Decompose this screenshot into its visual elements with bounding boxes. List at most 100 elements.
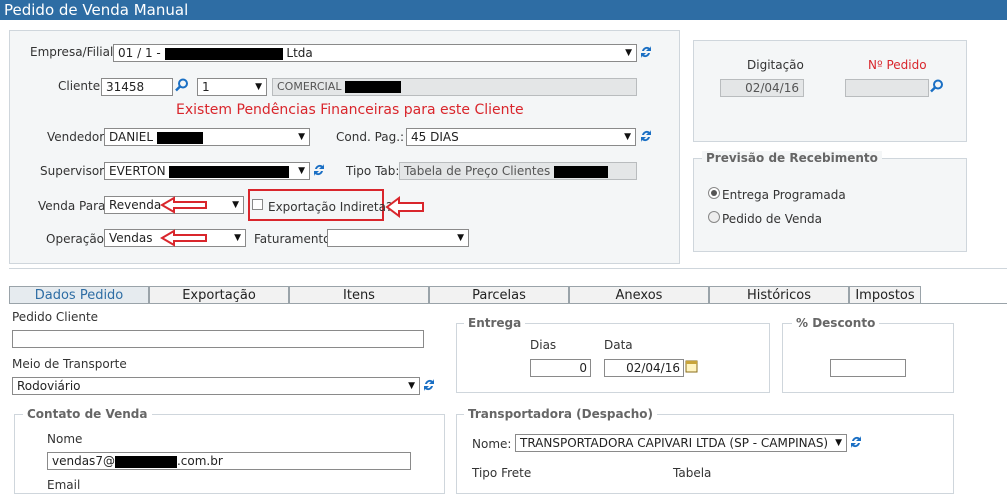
digitacao-field: 02/04/16 <box>720 79 804 97</box>
previsao-panel <box>693 158 967 252</box>
redacted-block <box>344 81 401 93</box>
empresa-label: Empresa/Filial: <box>30 45 118 59</box>
vendedor-value: DANIEL <box>109 130 154 144</box>
radio-pedido-label: Pedido de Venda <box>722 212 822 226</box>
contato-email-input[interactable]: vendas7@ .com.br <box>47 452 411 470</box>
tipo-tab-field: Tabela de Preço Clientes <box>399 162 637 180</box>
exportacao-indireta-label: Exportação Indireta? <box>268 200 393 214</box>
cliente-loja-value: 1 <box>202 80 210 94</box>
chevron-down-icon: ▼ <box>234 233 241 243</box>
empresa-value-prefix: 01 / 1 - <box>118 46 161 60</box>
entrega-fieldset <box>456 323 770 393</box>
tab-itens[interactable]: Itens <box>289 286 429 304</box>
chevron-down-icon: ▼ <box>232 200 239 210</box>
meio-transporte-value: Rodoviário <box>17 379 81 393</box>
redacted-block <box>156 131 203 144</box>
chevron-down-icon: ▼ <box>298 166 305 176</box>
chevron-down-icon: ▼ <box>298 132 305 142</box>
tab-exportacao[interactable]: Exportação <box>149 286 289 304</box>
empresa-value-suffix: Ltda <box>286 46 313 60</box>
desconto-legend: % Desconto <box>792 316 880 330</box>
email-prefix: vendas7@ <box>52 454 115 468</box>
dias-label: Dias <box>530 338 557 352</box>
pendencia-alert: Existem Pendências Financeiras para este… <box>176 102 524 118</box>
search-icon[interactable] <box>175 78 189 92</box>
cond-pag-value: 45 DIAS <box>411 130 459 144</box>
radio-entrega-label: Entrega Programada <box>722 188 846 202</box>
previsao-legend: Previsão de Recebimento <box>702 151 882 165</box>
transportadora-value: TRANSPORTADORA CAPIVARI LTDA (SP - CAMPI… <box>520 436 829 450</box>
tab-impostos[interactable]: Impostos <box>849 286 921 304</box>
redacted-block <box>114 455 177 468</box>
tab-parcelas[interactable]: Parcelas <box>429 286 569 304</box>
redacted-block <box>554 165 609 178</box>
digitacao-label: Digitação <box>747 58 804 72</box>
tipo-tab-label: Tipo Tab: <box>346 164 400 178</box>
chevron-down-icon: ▼ <box>624 132 631 142</box>
search-icon[interactable] <box>930 79 944 93</box>
tab-historicos[interactable]: Históricos <box>709 286 849 304</box>
red-arrow-annotation <box>160 229 207 247</box>
transportadora-select[interactable]: TRANSPORTADORA CAPIVARI LTDA (SP - CAMPI… <box>515 434 847 452</box>
cliente-name-field: COMERCIAL <box>272 78 637 96</box>
operacao-label: Operação: <box>46 232 109 246</box>
tab-dados-pedido[interactable]: Dados Pedido <box>9 286 149 304</box>
cliente-code-input[interactable]: 31458 <box>101 78 173 96</box>
chevron-down-icon: ▼ <box>408 381 415 391</box>
refresh-icon[interactable] <box>639 44 653 60</box>
n-pedido-field <box>845 79 929 97</box>
pedido-cliente-label: Pedido Cliente <box>12 310 99 324</box>
n-pedido-label: Nº Pedido <box>868 58 927 72</box>
operacao-value: Vendas <box>109 231 153 245</box>
supervisor-label: Supervisor: <box>40 164 108 178</box>
calendar-icon[interactable] <box>685 359 698 373</box>
refresh-icon[interactable] <box>849 434 863 450</box>
cond-pag-label: Cond. Pag.: <box>336 130 405 144</box>
radio-pedido-venda[interactable] <box>708 211 720 223</box>
cond-pag-select[interactable]: 45 DIAS ▼ <box>406 128 636 146</box>
refresh-icon[interactable] <box>312 162 326 178</box>
window-title: Pedido de Venda Manual <box>0 0 1007 20</box>
dias-input[interactable]: 0 <box>530 359 591 377</box>
meio-transporte-label: Meio de Transporte <box>12 357 127 371</box>
red-arrow-annotation <box>385 196 424 218</box>
supervisor-value: EVERTON <box>109 164 166 178</box>
meio-transporte-select[interactable]: Rodoviário ▼ <box>12 377 420 395</box>
radio-dot <box>711 190 717 196</box>
venda-para-label: Venda Para: <box>38 199 110 213</box>
refresh-icon[interactable] <box>422 377 436 393</box>
chevron-down-icon: ▼ <box>255 82 262 92</box>
tabela-label: Tabela <box>673 466 712 480</box>
chevron-down-icon: ▼ <box>625 48 632 58</box>
empresa-select[interactable]: 01 / 1 - Ltda ▼ <box>113 44 637 62</box>
contato-legend: Contato de Venda <box>23 407 152 421</box>
chevron-down-icon: ▼ <box>457 233 464 243</box>
cliente-loja-select[interactable]: 1 ▼ <box>197 78 267 96</box>
transportadora-legend: Transportadora (Despacho) <box>464 407 657 421</box>
email-suffix: .com.br <box>176 454 223 468</box>
red-arrow-annotation <box>160 196 207 214</box>
redacted-block <box>169 165 290 178</box>
data-entrega-input[interactable]: 02/04/16 <box>604 359 684 377</box>
section-divider <box>9 268 1007 269</box>
refresh-icon[interactable] <box>639 128 653 144</box>
radio-entrega-programada[interactable] <box>708 187 720 199</box>
tipo-tab-value: Tabela de Preço Clientes <box>404 164 551 178</box>
venda-para-value: Revenda <box>109 198 162 212</box>
faturamento-select[interactable]: ▼ <box>327 229 469 247</box>
cliente-name-value: COMERCIAL <box>277 80 342 93</box>
supervisor-select[interactable]: EVERTON ▼ <box>104 162 310 180</box>
desconto-fieldset <box>782 323 954 393</box>
tipo-frete-label: Tipo Frete <box>472 466 532 480</box>
entrega-legend: Entrega <box>464 316 526 330</box>
pedido-cliente-input[interactable] <box>12 330 424 348</box>
data-label: Data <box>604 338 633 352</box>
email-label: Email <box>47 478 81 492</box>
cliente-label: Cliente: <box>58 79 105 93</box>
exportacao-indireta-checkbox[interactable] <box>252 199 263 210</box>
transp-nome-label: Nome: <box>472 437 512 451</box>
vendedor-select[interactable]: DANIEL ▼ <box>104 128 310 146</box>
desconto-input[interactable] <box>830 359 906 377</box>
chevron-down-icon: ▼ <box>835 438 842 448</box>
tab-anexos[interactable]: Anexos <box>569 286 709 304</box>
